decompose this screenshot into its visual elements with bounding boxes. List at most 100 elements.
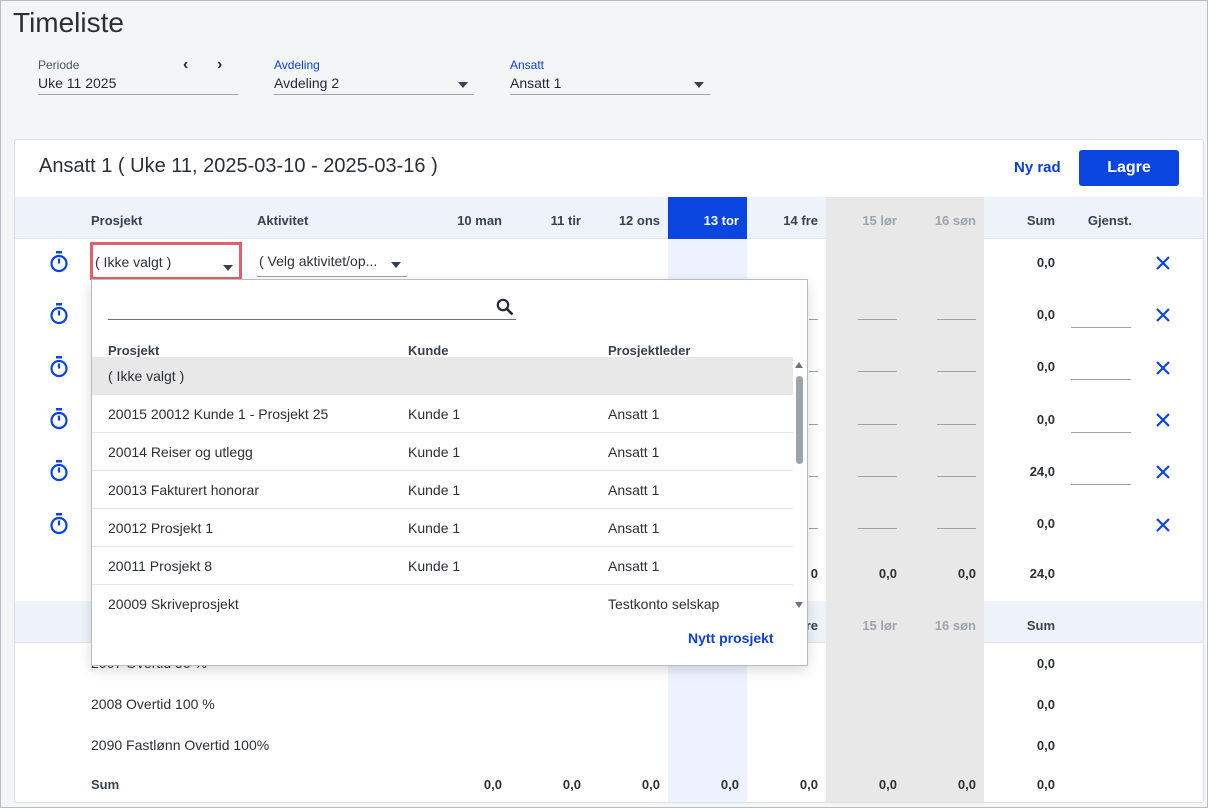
overtime-sum-total: 0,0 (1036, 777, 1055, 792)
stopwatch-icon[interactable] (49, 356, 69, 378)
remaining-input[interactable] (1071, 327, 1131, 328)
hours-input[interactable] (937, 319, 976, 320)
overtime-sum-wed: 0,0 (641, 777, 660, 792)
row-sum: 0,0 (1036, 255, 1055, 270)
activity-select[interactable]: ( Velg aktivitet/op... (257, 249, 407, 277)
hours-input[interactable] (937, 528, 976, 529)
col-mon: 10 man (457, 213, 502, 228)
close-icon[interactable] (1155, 464, 1171, 480)
dropdown-option[interactable]: 20011 Prosjekt 8 Kunde 1 Ansatt 1 (92, 547, 793, 585)
chevron-down-icon (458, 82, 468, 88)
page-title: Timeliste (13, 7, 124, 38)
option-leder: Ansatt 1 (608, 406, 660, 422)
stopwatch-icon[interactable] (49, 251, 69, 273)
dropdown-option[interactable]: 20013 Fakturert honorar Kunde 1 Ansatt 1 (92, 471, 793, 509)
overtime-sum-tue: 0,0 (562, 777, 581, 792)
hours-input[interactable] (858, 319, 897, 320)
hours-input[interactable] (809, 319, 818, 320)
hours-input[interactable] (937, 424, 976, 425)
option-kunde: Kunde 1 (408, 558, 461, 574)
stopwatch-icon[interactable] (49, 408, 69, 430)
remaining-input[interactable] (1071, 379, 1131, 380)
overtime-sum-fri: 0,0 (799, 777, 818, 792)
col-wed: 12 ons (618, 213, 660, 228)
overtime-row-sum: 0,0 (1036, 697, 1055, 712)
stopwatch-icon[interactable] (49, 513, 69, 535)
ansatt-select[interactable]: Ansatt Ansatt 1 (510, 58, 710, 95)
dd-col-kunde: Kunde (408, 343, 449, 358)
option-kunde: Kunde 1 (408, 406, 461, 422)
ot-col-sum: Sum (1026, 618, 1055, 633)
scrollbar-thumb[interactable] (796, 376, 803, 464)
overtime-row-label: 2090 Fastlønn Overtid 100% (91, 737, 270, 753)
option-leder: Ansatt 1 (608, 558, 660, 574)
remaining-input[interactable] (1071, 432, 1131, 433)
option-leder: Ansatt 1 (608, 520, 660, 536)
hours-input[interactable] (937, 476, 976, 477)
col-thu: 13 tor (703, 213, 739, 228)
hours-input[interactable] (937, 371, 976, 372)
col-aktivitet: Aktivitet (257, 213, 309, 228)
new-project-button[interactable]: Nytt prosjekt (688, 630, 774, 646)
close-icon[interactable] (1155, 255, 1171, 271)
avdeling-value: Avdeling 2 (274, 75, 340, 91)
hours-input[interactable] (809, 528, 818, 529)
option-prosjekt: 20012 Prosjekt 1 (108, 520, 214, 536)
hours-input[interactable] (809, 371, 818, 372)
option-leder: Testkonto selskap (608, 596, 720, 612)
option-prosjekt: 20013 Fakturert honorar (108, 482, 259, 498)
dropdown-option[interactable]: 20012 Prosjekt 1 Kunde 1 Ansatt 1 (92, 509, 793, 547)
app-frame: Timeliste Periode Uke 11 2025 ‹ › Avdeli… (0, 0, 1208, 808)
remaining-input[interactable] (1071, 484, 1131, 485)
project-select[interactable]: ( Ikke valgt ) (90, 242, 242, 280)
hours-input[interactable] (858, 528, 897, 529)
col-sat: 15 lør (862, 213, 897, 228)
periode-label: Periode (38, 58, 80, 72)
dropdown-option[interactable]: ( Ikke valgt ) (92, 357, 793, 395)
stopwatch-icon[interactable] (49, 460, 69, 482)
total-sat: 0,0 (878, 566, 897, 581)
dropdown-option[interactable]: 20015 20012 Kunde 1 - Prosjekt 25 Kunde … (92, 395, 793, 433)
overtime-sum-sun: 0,0 (957, 777, 976, 792)
dropdown-scrollbar[interactable] (794, 360, 804, 610)
hours-input[interactable] (809, 424, 818, 425)
option-prosjekt: 20015 20012 Kunde 1 - Prosjekt 25 (108, 406, 329, 422)
dropdown-option[interactable]: 20009 Skriveprosjekt Testkonto selskap (92, 585, 793, 623)
project-select-value: ( Ikke valgt ) (95, 254, 172, 270)
col-fri: 14 fre (783, 213, 818, 228)
close-icon[interactable] (1155, 517, 1171, 533)
hours-input[interactable] (858, 371, 897, 372)
hours-input[interactable] (858, 476, 897, 477)
total-sun: 0,0 (957, 566, 976, 581)
next-week-icon[interactable]: › (217, 56, 222, 74)
overtime-sum-thu: 0,0 (720, 777, 739, 792)
stopwatch-icon[interactable] (49, 303, 69, 325)
close-icon[interactable] (1155, 360, 1171, 376)
row-sum: 0,0 (1036, 516, 1055, 531)
avdeling-select[interactable]: Avdeling Avdeling 2 (274, 58, 474, 95)
col-tue: 11 tir (550, 213, 581, 228)
close-icon[interactable] (1155, 307, 1171, 323)
periode-field[interactable]: Periode Uke 11 2025 (38, 58, 238, 95)
scroll-up-icon[interactable] (795, 362, 803, 368)
save-button[interactable]: Lagre (1079, 150, 1179, 186)
dropdown-option[interactable]: 20014 Reiser og utlegg Kunde 1 Ansatt 1 (92, 433, 793, 471)
col-gjenst: Gjenst. (1087, 213, 1132, 228)
project-search-input[interactable] (108, 296, 516, 320)
search-icon[interactable] (496, 298, 514, 316)
prev-week-icon[interactable]: ‹ (183, 56, 188, 74)
overtime-sum-mon: 0,0 (483, 777, 502, 792)
scroll-down-icon[interactable] (795, 602, 803, 608)
option-prosjekt: 20009 Skriveprosjekt (108, 596, 239, 612)
avdeling-label: Avdeling (274, 58, 320, 72)
option-prosjekt: 20014 Reiser og utlegg (108, 444, 253, 460)
hours-input[interactable] (809, 476, 818, 477)
ansatt-label: Ansatt (510, 58, 545, 72)
close-icon[interactable] (1155, 412, 1171, 428)
new-row-button[interactable]: Ny rad (1014, 159, 1061, 176)
ansatt-value: Ansatt 1 (510, 75, 562, 91)
hours-input[interactable] (858, 424, 897, 425)
option-kunde: Kunde 1 (408, 444, 461, 460)
dd-col-prosjektleder: Prosjektleder (608, 343, 691, 358)
ot-col-sat: 15 lør (862, 618, 897, 633)
